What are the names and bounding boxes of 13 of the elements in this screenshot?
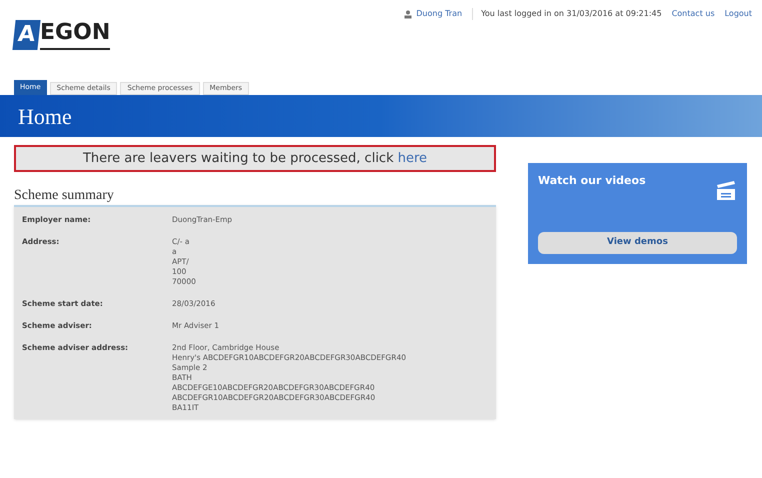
videos-title: Watch our videos bbox=[538, 173, 646, 189]
view-demos-button[interactable]: View demos bbox=[538, 232, 737, 254]
header-link[interactable]: Contact us bbox=[672, 8, 715, 20]
header-link[interactable]: Logout bbox=[724, 8, 752, 20]
page-title: Home bbox=[18, 102, 72, 130]
last-login-text: You last logged in on 31/03/2016 at 09:21:45 bbox=[472, 8, 662, 20]
here-link[interactable]: here bbox=[398, 150, 428, 166]
user-link[interactable]: Duong Tran bbox=[416, 8, 462, 20]
alert-text: There are leavers waiting to be processed, click here bbox=[82, 150, 428, 168]
section-title: Scheme summary bbox=[14, 187, 115, 205]
logo: A EGON bbox=[14, 18, 110, 50]
clapperboard-icon bbox=[715, 179, 737, 201]
user-icon bbox=[404, 10, 412, 18]
